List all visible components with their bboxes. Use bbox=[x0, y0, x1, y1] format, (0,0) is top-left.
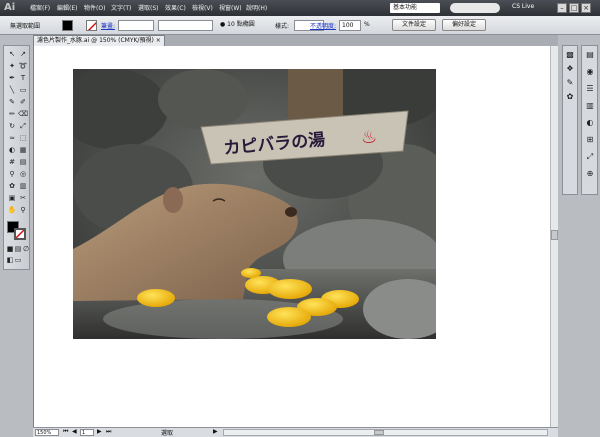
tools-panel: ↖ ↗ ✦ ➰ ✒ T ╲ ▭ ✎ ✐ ✏ ⌫ ↻ ⤢ ≈ ⬚ ◐ ▦ # ▤ ⚲ ◎ ✿ ▥ ▣ ✂ ✋ ⚲ ■ ▤ ∅ ◧ ▭ bbox=[3, 45, 30, 270]
color-mode-icon[interactable]: ■ bbox=[6, 244, 14, 254]
appearance-panel-icon[interactable]: ◉ bbox=[585, 67, 595, 77]
menu-item[interactable]: 檢視(V) bbox=[192, 3, 213, 12]
first-page-icon[interactable]: ⏮ bbox=[63, 428, 68, 436]
horizontal-scroll-thumb[interactable] bbox=[374, 430, 384, 435]
panel-dock-1: ▩ ❖ ✎ ✿ bbox=[562, 45, 578, 195]
zoom-field[interactable]: 150% bbox=[35, 429, 59, 436]
magic-wand-tool-icon[interactable]: ✦ bbox=[7, 61, 17, 71]
cs-live-button[interactable]: CS Live bbox=[512, 3, 534, 10]
draw-mode-icon[interactable]: ◧ bbox=[6, 255, 14, 265]
vertical-scrollbar[interactable] bbox=[550, 46, 558, 427]
perspective-tool-icon[interactable]: ▦ bbox=[18, 145, 28, 155]
brush-definition-select[interactable]: ● 10 點橢圓 bbox=[218, 20, 268, 31]
menu-item[interactable]: 效果(C) bbox=[165, 3, 186, 12]
rotate-tool-icon[interactable]: ↻ bbox=[7, 121, 17, 131]
document-tab-title: 濾色片製作_水豚.ai @ 150% (CMYK/預視) bbox=[37, 37, 154, 44]
blob-brush-tool-icon[interactable]: ✏ bbox=[7, 109, 17, 119]
scale-tool-icon[interactable]: ⤢ bbox=[18, 121, 28, 131]
gradient-panel-icon[interactable]: ▥ bbox=[585, 101, 595, 111]
selection-tool-icon[interactable]: ↖ bbox=[7, 49, 17, 59]
gradient-mode-icon[interactable]: ▤ bbox=[14, 244, 22, 254]
direct-selection-tool-icon[interactable]: ↗ bbox=[18, 49, 28, 59]
rectangle-tool-icon[interactable]: ▭ bbox=[18, 85, 28, 95]
restore-icon[interactable]: □ bbox=[569, 3, 579, 13]
document-tab[interactable]: 濾色片製作_水豚.ai @ 150% (CMYK/預視) × bbox=[33, 35, 165, 46]
page-field[interactable]: 1 bbox=[80, 429, 94, 436]
menu-item[interactable]: 視窗(W) bbox=[219, 3, 242, 12]
line-tool-icon[interactable]: ╲ bbox=[7, 85, 17, 95]
stroke-weight-field[interactable] bbox=[118, 20, 154, 31]
next-page-icon[interactable]: ▶ bbox=[97, 428, 102, 435]
artboard-tool-icon[interactable]: ▣ bbox=[7, 193, 17, 203]
vertical-scroll-thumb[interactable] bbox=[551, 230, 558, 240]
paintbrush-tool-icon[interactable]: ✎ bbox=[7, 97, 17, 107]
zoom-tool-icon[interactable]: ⚲ bbox=[18, 205, 28, 215]
menu-item[interactable]: 文字(T) bbox=[111, 3, 131, 12]
preferences-button[interactable]: 偏好設定 bbox=[442, 19, 486, 31]
horizontal-scrollbar[interactable] bbox=[223, 429, 548, 436]
eraser-tool-icon[interactable]: ⌫ bbox=[18, 109, 28, 119]
opacity-label[interactable]: 不透明度: bbox=[310, 21, 336, 30]
stroke-color-swatch[interactable] bbox=[14, 228, 26, 240]
document-setup-button[interactable]: 文件設定 bbox=[392, 19, 436, 31]
width-tool-icon[interactable]: ≈ bbox=[7, 133, 17, 143]
style-label: 樣式: bbox=[275, 23, 290, 30]
blend-tool-icon[interactable]: ◎ bbox=[18, 169, 28, 179]
symbol-sprayer-tool-icon[interactable]: ✿ bbox=[7, 181, 17, 191]
menu-item[interactable]: 選取(S) bbox=[138, 3, 159, 12]
status-menu-icon[interactable]: ▶ bbox=[213, 428, 218, 435]
type-tool-icon[interactable]: T bbox=[18, 73, 28, 83]
eyedropper-tool-icon[interactable]: ⚲ bbox=[7, 169, 17, 179]
minimize-icon[interactable]: – bbox=[557, 3, 567, 13]
graph-tool-icon[interactable]: ▥ bbox=[18, 181, 28, 191]
menu-item[interactable]: 物件(O) bbox=[84, 3, 105, 12]
swatches-panel-icon[interactable]: ❖ bbox=[565, 64, 575, 74]
onsen-symbol-icon: ♨ bbox=[360, 126, 378, 148]
prev-page-icon[interactable]: ◀ bbox=[72, 428, 77, 435]
menu-item[interactable]: 編輯(E) bbox=[57, 3, 77, 12]
menu-bar: Ai 檔案(F) 編輯(E) 物件(O) 文字(T) 選取(S) 效果(C) 檢視(V) 視窗… bbox=[0, 0, 600, 16]
symbols-panel-icon[interactable]: ✿ bbox=[565, 92, 575, 102]
tab-close-icon[interactable]: × bbox=[156, 37, 161, 44]
color-panel-icon[interactable]: ▩ bbox=[565, 50, 575, 60]
search-field[interactable] bbox=[450, 3, 500, 13]
align-panel-icon[interactable]: ⊞ bbox=[585, 135, 595, 145]
transform-panel-icon[interactable]: ⤢ bbox=[585, 152, 595, 162]
status-text: 選取 bbox=[161, 430, 174, 437]
none-mode-icon[interactable]: ∅ bbox=[22, 244, 30, 254]
panel-dock-2: ▤ ◉ ☰ ▥ ◐ ⊞ ⤢ ⊕ bbox=[581, 45, 598, 195]
pen-tool-icon[interactable]: ✒ bbox=[7, 73, 17, 83]
control-bar: 無選取範圍 筆畫: ● 10 點橢圓 樣式: 不透明度: 100 % 文件設定 … bbox=[0, 16, 600, 35]
stroke-swatch[interactable] bbox=[86, 20, 97, 31]
status-bar: 150% ⏮ ◀ 1 ▶ ⏭ 選取 ▶ bbox=[33, 427, 558, 437]
pencil-tool-icon[interactable]: ✐ bbox=[18, 97, 28, 107]
free-transform-tool-icon[interactable]: ⬚ bbox=[18, 133, 28, 143]
stroke-panel-icon[interactable]: ☰ bbox=[585, 84, 595, 94]
opacity-field[interactable]: 100 bbox=[339, 20, 361, 31]
lasso-tool-icon[interactable]: ➰ bbox=[18, 61, 28, 71]
fill-swatch[interactable] bbox=[62, 20, 73, 31]
app-logo: Ai bbox=[4, 2, 16, 13]
selection-label: 無選取範圍 bbox=[10, 23, 41, 30]
gradient-tool-icon[interactable]: ▤ bbox=[18, 157, 28, 167]
variable-width-select[interactable] bbox=[158, 20, 213, 31]
pathfinder-panel-icon[interactable]: ⊕ bbox=[585, 169, 595, 179]
brushes-panel-icon[interactable]: ✎ bbox=[565, 78, 575, 88]
menu-item[interactable]: 說明(H) bbox=[246, 3, 267, 12]
workspace-switcher[interactable]: 基本功能 bbox=[390, 3, 440, 13]
slice-tool-icon[interactable]: ✂ bbox=[18, 193, 28, 203]
close-icon[interactable]: × bbox=[581, 3, 591, 13]
transparency-panel-icon[interactable]: ◐ bbox=[585, 118, 595, 128]
placed-photo[interactable]: カピバラの湯 ♨ bbox=[73, 69, 436, 339]
hand-tool-icon[interactable]: ✋ bbox=[7, 205, 17, 215]
opacity-unit: % bbox=[364, 21, 370, 28]
shape-builder-tool-icon[interactable]: ◐ bbox=[7, 145, 17, 155]
layers-panel-icon[interactable]: ▤ bbox=[585, 50, 595, 60]
stroke-label[interactable]: 筆畫: bbox=[101, 21, 115, 30]
menu-item[interactable]: 檔案(F) bbox=[30, 3, 50, 12]
mesh-tool-icon[interactable]: # bbox=[7, 157, 17, 167]
screen-mode-icon[interactable]: ▭ bbox=[14, 255, 22, 265]
last-page-icon[interactable]: ⏭ bbox=[106, 428, 111, 436]
